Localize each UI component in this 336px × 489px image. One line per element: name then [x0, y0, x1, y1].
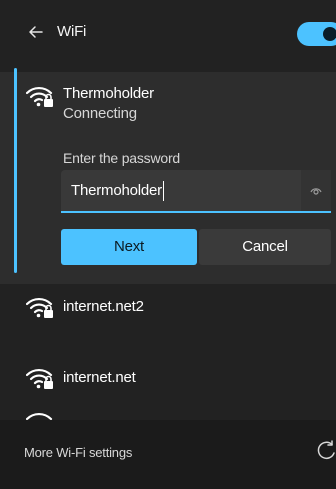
network-name: Thermoholder	[63, 85, 154, 102]
network-name: internet.net	[63, 369, 136, 386]
wifi-flyout: WiFi Thermoholder Connecting Enter the p…	[0, 0, 336, 489]
page-title: WiFi	[57, 23, 87, 40]
password-label: Enter the password	[63, 150, 181, 166]
password-value: Thermoholder	[71, 181, 164, 201]
wifi-lock-icon	[25, 295, 54, 319]
more-wifi-settings-link[interactable]: More Wi-Fi settings	[24, 443, 132, 463]
wifi-header: WiFi	[0, 0, 336, 72]
reveal-password-button[interactable]	[301, 170, 331, 211]
eye-icon	[310, 188, 322, 195]
wifi-lock-icon	[25, 366, 54, 390]
password-input[interactable]: Thermoholder	[61, 170, 331, 213]
refresh-icon[interactable]	[316, 440, 336, 462]
toggle-knob	[323, 27, 336, 41]
selection-indicator	[14, 68, 17, 273]
connection-status: Connecting	[63, 105, 137, 122]
back-arrow-icon[interactable]	[26, 22, 46, 42]
network-name: internet.net2	[63, 298, 144, 315]
wifi-toggle[interactable]	[297, 22, 336, 46]
next-button[interactable]: Next	[61, 229, 197, 265]
cancel-button[interactable]: Cancel	[199, 229, 331, 265]
wifi-lock-icon	[25, 84, 54, 108]
footer: More Wi-Fi settings	[0, 420, 336, 489]
